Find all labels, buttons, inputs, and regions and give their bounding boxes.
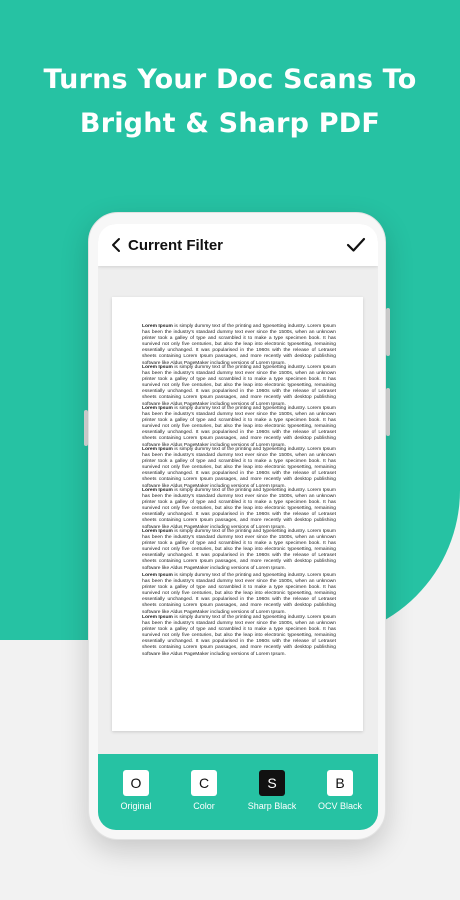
headline-line-2: Bright & Sharp PDF [79, 108, 381, 139]
paragraph-lead: Lorem Ipsum [142, 365, 173, 370]
filter-thumbnail[interactable]: S [259, 770, 285, 796]
document-paragraph: Lorem Ipsum is simply dummy text of the … [142, 615, 336, 658]
document-paragraph: Lorem Ipsum is simply dummy text of the … [142, 324, 336, 367]
paragraph-lead: Lorem Ipsum [142, 529, 173, 534]
paragraph-lead: Lorem Ipsum [142, 615, 173, 620]
chevron-left-icon[interactable] [108, 236, 126, 254]
paragraph-text: is simply dummy text of the printing and… [142, 615, 336, 657]
paragraph-lead: Lorem Ipsum [142, 488, 173, 493]
filter-label: Sharp Black [247, 801, 297, 811]
filter-option-original[interactable]: O Original [101, 770, 171, 811]
document-preview: Lorem Ipsum is simply dummy text of the … [112, 297, 363, 731]
paragraph-text: is simply dummy text of the printing and… [142, 324, 336, 366]
paragraph-lead: Lorem Ipsum [142, 447, 173, 452]
paragraph-text: is simply dummy text of the printing and… [142, 488, 336, 530]
paragraph-lead: Lorem Ipsum [142, 324, 173, 329]
filter-thumbnail[interactable]: O [123, 770, 149, 796]
top-app-bar: Current Filter [98, 224, 378, 266]
paragraph-lead: Lorem Ipsum [142, 406, 173, 411]
paragraph-text: is simply dummy text of the printing and… [142, 529, 336, 571]
paragraph-text: is simply dummy text of the printing and… [142, 573, 336, 615]
document-paragraph: Lorem Ipsum is simply dummy text of the … [142, 406, 336, 449]
paragraph-text: is simply dummy text of the printing and… [142, 406, 336, 448]
filter-option-color[interactable]: C Color [169, 770, 239, 811]
phone-frame: Current Filter Lorem Ipsum is simply dum… [88, 212, 386, 840]
filter-option-sharp-black[interactable]: S Sharp Black [237, 770, 307, 811]
filter-label: OCV Black [317, 801, 362, 811]
document-paragraph: Lorem Ipsum is simply dummy text of the … [142, 529, 336, 572]
phone-screen: Current Filter Lorem Ipsum is simply dum… [98, 224, 378, 830]
check-icon[interactable] [346, 236, 366, 254]
document-paragraph: Lorem Ipsum is simply dummy text of the … [142, 488, 336, 531]
phone-volume-up-button [386, 308, 390, 356]
document-paragraph: Lorem Ipsum is simply dummy text of the … [142, 365, 336, 408]
screen-title: Current Filter [128, 237, 224, 254]
paragraph-text: is simply dummy text of the printing and… [142, 447, 336, 489]
paragraph-text: is simply dummy text of the printing and… [142, 365, 336, 407]
document-paragraph: Lorem Ipsum is simply dummy text of the … [142, 447, 336, 490]
headline-line-1: Turns Your Doc Scans To [43, 64, 417, 95]
filter-thumbnail[interactable]: C [191, 770, 217, 796]
filter-label: Original [120, 801, 152, 811]
document-paragraph: Lorem Ipsum is simply dummy text of the … [142, 573, 336, 616]
filter-option-ocv-black[interactable]: B OCV Black [305, 770, 375, 811]
phone-volume-down-button [386, 388, 390, 436]
filter-bar: O Original C Color S Sharp Black B OCV Black [98, 754, 378, 830]
headline: Turns Your Doc Scans To Bright & Sharp P… [0, 58, 460, 146]
filter-label: Color [193, 801, 215, 811]
filter-thumbnail[interactable]: B [327, 770, 353, 796]
paragraph-lead: Lorem Ipsum [142, 573, 173, 578]
